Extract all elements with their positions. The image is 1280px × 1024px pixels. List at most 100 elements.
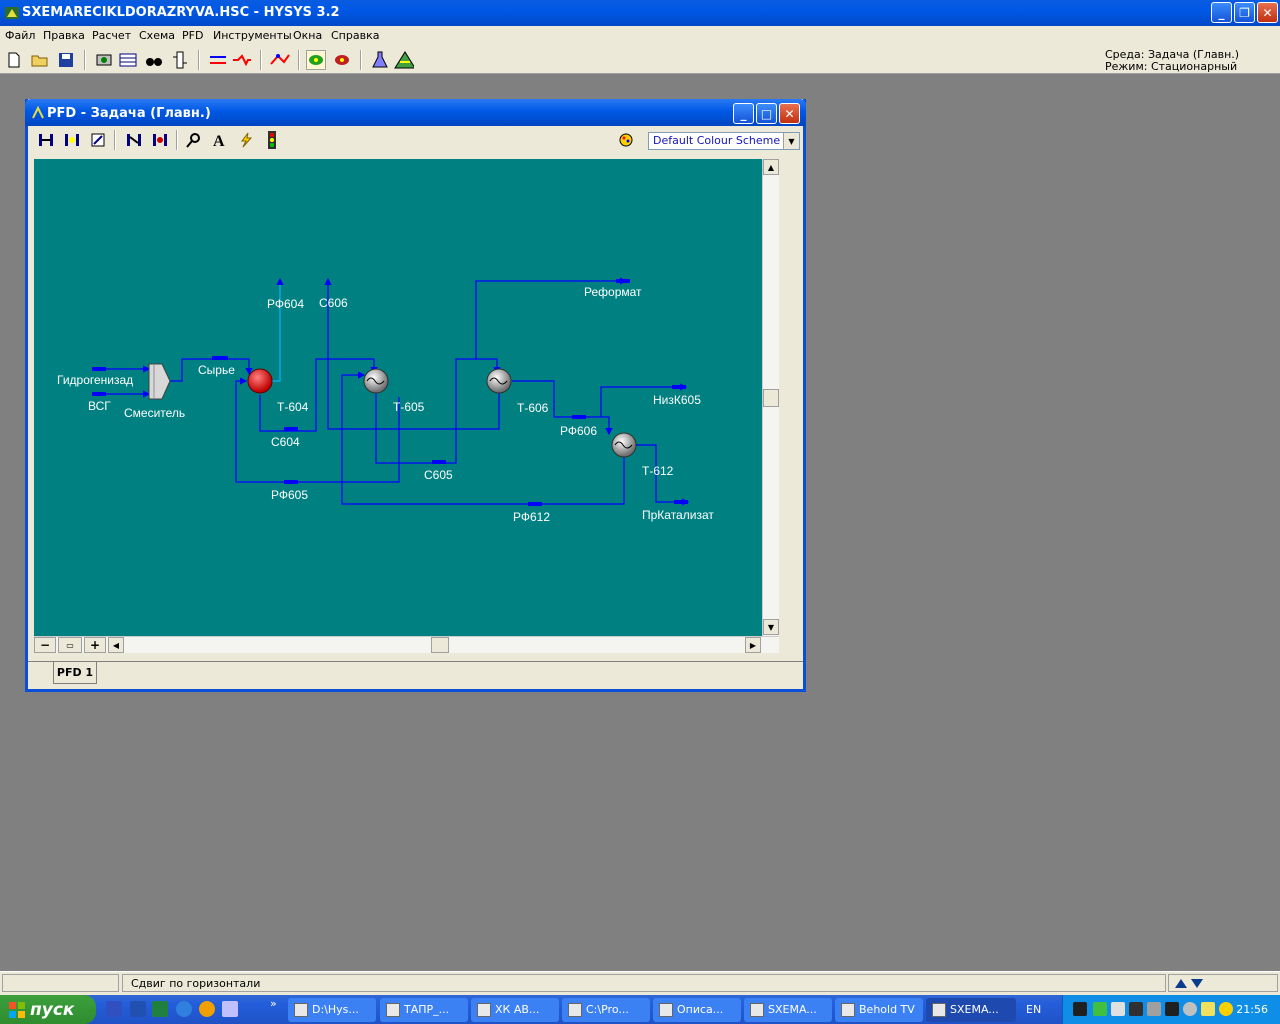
vertical-scroll-thumb[interactable] (763, 389, 779, 407)
heater-t604[interactable] (247, 368, 273, 394)
pfd-canvas[interactable]: Гидрогенизад ВСГ Смеситель Сырье РФ604 С… (34, 159, 762, 636)
pfd-size-icon[interactable] (36, 130, 56, 150)
task-button-8-active[interactable]: SXEMA... (926, 998, 1016, 1022)
tray-monitor-icon[interactable] (1073, 1002, 1087, 1016)
quicklaunch-more-icon[interactable]: » (270, 997, 277, 1010)
open-folder-icon[interactable] (30, 50, 50, 70)
scroll-up-icon[interactable]: ▲ (763, 159, 779, 175)
stream-loop-line[interactable] (327, 355, 500, 430)
label-t605[interactable]: Т-605 (393, 400, 425, 414)
pfd-minimize-button[interactable]: _ (733, 103, 754, 124)
stream-s604-line[interactable] (259, 358, 378, 432)
label-s606[interactable]: С606 (319, 296, 348, 310)
binoculars-icon[interactable] (144, 50, 164, 70)
pfd-auto-position-icon[interactable] (62, 130, 82, 150)
energy-stream-icon[interactable] (232, 50, 252, 70)
minimize-button[interactable]: _ (1211, 2, 1232, 23)
task-button-1[interactable]: D:\Hys... (288, 998, 376, 1022)
label-prkatalizat[interactable]: ПрКатализат (642, 508, 714, 522)
scroll-left-icon[interactable]: ◀ (108, 637, 124, 653)
label-t606[interactable]: Т-606 (517, 401, 549, 415)
label-t612[interactable]: Т-612 (642, 464, 674, 478)
zoom-icon[interactable] (184, 130, 204, 150)
lightning-icon[interactable] (236, 130, 256, 150)
quicklaunch-other-icon[interactable] (222, 1001, 238, 1017)
tray-antivirus-icon[interactable] (1165, 1002, 1179, 1016)
media-player-icon[interactable] (199, 1001, 215, 1017)
internet-explorer-icon[interactable] (176, 1001, 192, 1017)
heat-exchanger-t606[interactable] (486, 368, 512, 394)
task-button-6[interactable]: SXEMA... (744, 998, 832, 1022)
spreadsheet-icon[interactable] (118, 50, 138, 70)
stream-rf612-line[interactable] (341, 371, 625, 505)
save-icon[interactable] (56, 50, 76, 70)
tray-printer-icon[interactable] (1111, 1002, 1125, 1016)
pfd-fit-icon[interactable] (88, 130, 108, 150)
label-s605[interactable]: С605 (424, 468, 453, 482)
dynamic-mode-icon[interactable] (332, 50, 352, 70)
label-rf606[interactable]: РФ606 (560, 424, 597, 438)
tray-network-icon[interactable] (1093, 1002, 1107, 1016)
menu-calc[interactable]: Расчет (92, 29, 131, 42)
steady-state-icon[interactable] (306, 50, 326, 70)
vertical-scrollbar[interactable]: ▲ ▼ (762, 159, 779, 636)
chevron-down-icon[interactable]: ▼ (783, 133, 799, 149)
mixer-unit[interactable] (148, 363, 171, 400)
zoom-in-icon[interactable]: + (84, 637, 106, 653)
menu-scheme[interactable]: Схема (139, 29, 175, 42)
menu-windows[interactable]: Окна (293, 29, 322, 42)
column-icon[interactable] (170, 50, 190, 70)
label-s604[interactable]: С604 (271, 435, 300, 449)
label-reformat[interactable]: Реформат (584, 285, 642, 299)
heat-exchanger-t612[interactable] (611, 432, 637, 458)
heat-exchanger-t605[interactable] (363, 368, 389, 394)
word-icon[interactable] (130, 1001, 146, 1017)
new-file-icon[interactable] (4, 50, 24, 70)
zoom-fit-icon[interactable]: ▭ (58, 637, 82, 653)
tray-clock-icon[interactable] (1183, 1002, 1197, 1016)
close-button[interactable]: ✕ (1257, 2, 1278, 23)
language-indicator[interactable]: EN (1026, 1003, 1041, 1016)
label-vsg[interactable]: ВСГ (88, 399, 111, 413)
stream-rf604-line[interactable] (262, 277, 284, 382)
menu-tools[interactable]: Инструменты (213, 29, 292, 42)
traffic-light-icon[interactable] (262, 130, 282, 150)
scroll-right-icon[interactable]: ▶ (745, 637, 761, 653)
tab-pfd-1[interactable]: PFD 1 (53, 662, 97, 684)
task-button-5[interactable]: Описа... (653, 998, 741, 1022)
material-stream-icon[interactable] (208, 50, 228, 70)
tray-bug-icon[interactable] (1129, 1002, 1143, 1016)
menu-pfd[interactable]: PFD (182, 29, 203, 42)
stream-connect-icon[interactable] (270, 50, 290, 70)
solver-arrows-icon[interactable] (1173, 976, 1213, 990)
label-rf604[interactable]: РФ604 (267, 297, 304, 311)
menu-edit[interactable]: Правка (43, 29, 85, 42)
label-hydrogenizad[interactable]: Гидрогенизад (57, 373, 133, 387)
label-nizk605[interactable]: НизК605 (653, 393, 701, 407)
basis-manager-icon[interactable] (394, 50, 414, 70)
task-button-7[interactable]: Behold TV (835, 998, 923, 1022)
text-tool-icon[interactable]: A (210, 130, 230, 150)
zoom-out-icon[interactable]: − (34, 637, 56, 653)
excel-icon[interactable] (152, 1001, 168, 1017)
clock[interactable]: 21:56 (1236, 1003, 1268, 1016)
label-t604[interactable]: Т-604 (277, 400, 309, 414)
color-scheme-select[interactable]: Default Colour Scheme ▼ (648, 132, 800, 150)
tray-volume-icon[interactable] (1219, 1002, 1233, 1016)
horizontal-scroll-thumb[interactable] (431, 637, 449, 653)
label-rf612[interactable]: РФ612 (513, 510, 550, 524)
menu-help[interactable]: Справка (331, 29, 379, 42)
workbook-icon[interactable] (94, 50, 114, 70)
pfd-break-icon[interactable] (150, 130, 170, 150)
task-button-4[interactable]: C:\Pro... (562, 998, 650, 1022)
menu-file[interactable]: Файл (5, 29, 35, 42)
label-rf605[interactable]: РФ605 (271, 488, 308, 502)
scroll-down-icon[interactable]: ▼ (763, 619, 779, 635)
flask-icon[interactable] (370, 50, 390, 70)
restore-button[interactable]: ❐ (1234, 2, 1255, 23)
quicklaunch-app-icon[interactable] (106, 1001, 122, 1017)
task-button-2[interactable]: ТАПР_... (380, 998, 468, 1022)
pfd-maximize-button[interactable]: □ (756, 103, 777, 124)
horizontal-scrollbar[interactable]: − ▭ + ◀ ▶ (34, 636, 779, 653)
tray-computer-icon[interactable] (1147, 1002, 1161, 1016)
